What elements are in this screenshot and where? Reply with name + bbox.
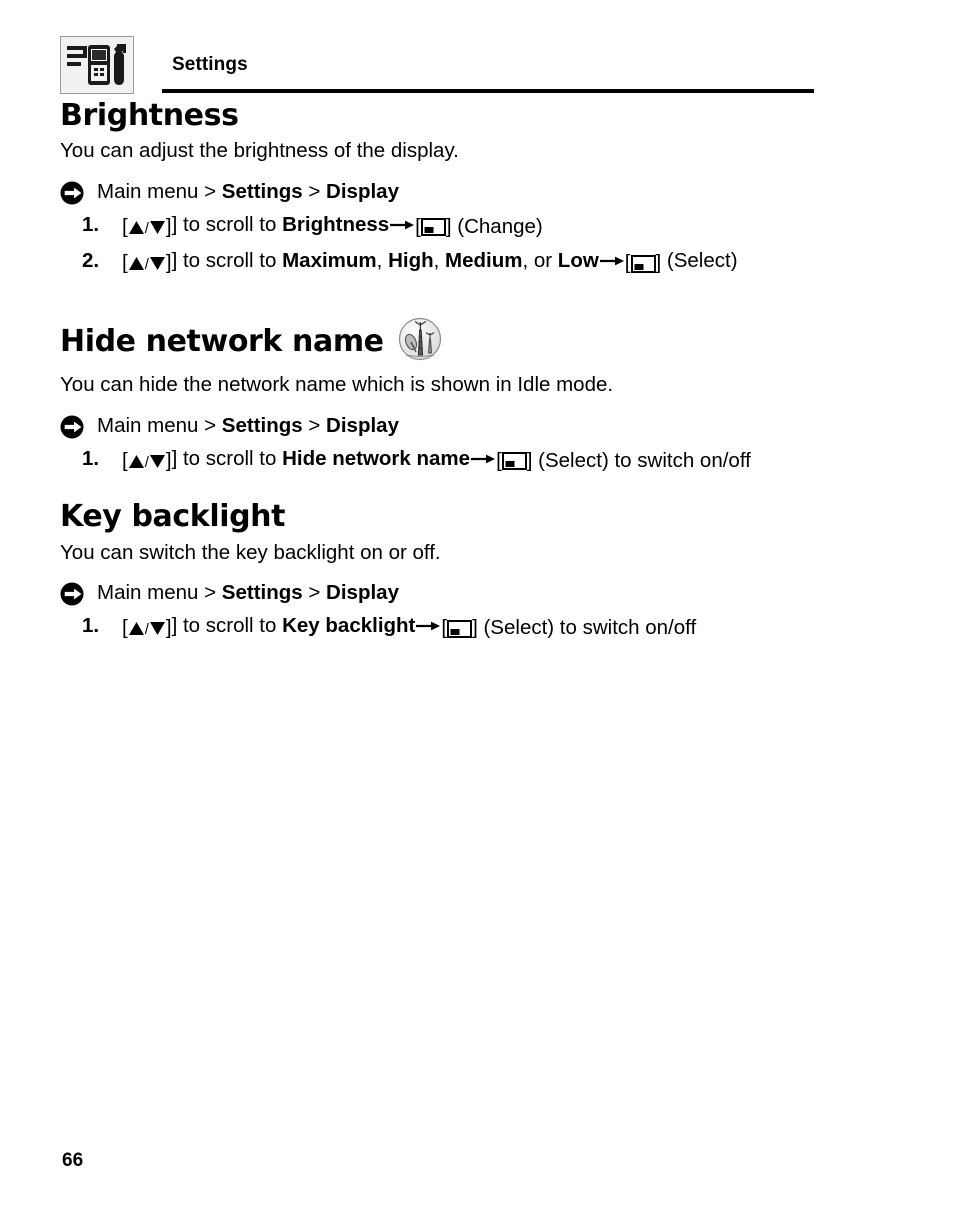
section-key-backlight: Key backlight You can switch the key bac… xyxy=(60,499,830,642)
section-description: You can adjust the brightness of the dis… xyxy=(60,139,459,163)
or-word: , or xyxy=(522,249,558,273)
path-sep-1: > xyxy=(198,580,222,604)
path-sep-2: > xyxy=(302,580,327,604)
step-target: Key backlight xyxy=(282,614,416,638)
step-pre-text: ] to scroll to xyxy=(171,614,283,638)
comma-1: , xyxy=(376,249,389,273)
right-arrow-icon xyxy=(389,218,415,232)
path-level-1: Settings xyxy=(221,179,303,203)
section-hide-network-name: Hide network name You can hide the netwo… xyxy=(60,317,830,475)
up-triangle-key-icon xyxy=(128,622,144,636)
step-target: Hide network name xyxy=(282,446,471,470)
step-pre-text: ] to scroll to xyxy=(171,249,283,273)
step-number: 1. xyxy=(82,446,100,470)
step-mid-text: ] (Select) to switch on/off xyxy=(526,448,751,472)
nav-keys-group: [/] xyxy=(122,249,172,277)
header-divider xyxy=(162,89,814,93)
section-title-row: Hide network name xyxy=(60,317,830,366)
nav-keys-group: [/] xyxy=(122,447,172,475)
nav-keys-group: [/] xyxy=(122,614,172,642)
step-list: 1. [/]] to scroll to Hide network name [] … xyxy=(60,445,830,475)
settings-phone-wrench-icon xyxy=(60,36,134,94)
down-triangle-key-icon xyxy=(149,220,165,234)
up-triangle-key-icon xyxy=(128,220,144,234)
path-level-2: Display xyxy=(326,413,399,437)
path-root: Main menu xyxy=(97,580,199,604)
option-maximum: Maximum xyxy=(282,249,377,273)
softkey-group: [] xyxy=(625,249,661,277)
menu-path: Main menu > Settings > Display xyxy=(60,413,830,439)
option-high: High xyxy=(388,249,434,273)
circle-right-arrow-icon xyxy=(60,582,86,606)
circle-right-arrow-icon xyxy=(60,415,86,439)
section-description: You can switch the key backlight on or o… xyxy=(60,540,441,564)
nav-keys-group: [/] xyxy=(122,213,172,241)
softkey-group: [] (Select) to switch on/off xyxy=(496,447,751,475)
step-mid-text: ] (Select) to switch on/off xyxy=(472,616,697,640)
list-item: 1. [/]] to scroll to Brightness [] (Change… xyxy=(60,211,830,241)
page-number: 66 xyxy=(62,1150,84,1171)
header-title: Settings xyxy=(172,54,248,75)
page-content: Brightness You can adjust the brightness… xyxy=(60,98,830,642)
left-softkey-icon xyxy=(501,452,527,471)
step-mid-text: ] (Change) xyxy=(445,214,543,238)
path-level-1: Settings xyxy=(221,580,303,604)
down-triangle-key-icon xyxy=(149,257,165,271)
step-number: 2. xyxy=(82,249,100,273)
page-header: Settings xyxy=(60,36,814,94)
comma-2: , xyxy=(433,249,446,273)
right-arrow-icon xyxy=(599,254,625,268)
path-sep-1: > xyxy=(198,413,222,437)
path-root: Main menu xyxy=(97,413,199,437)
softkey-group: [] (Select) to switch on/off xyxy=(441,614,696,642)
step-list: 1.[/]] to scroll to Brightness[] (Change… xyxy=(60,211,830,278)
option-low: Low xyxy=(557,249,599,273)
manual-page: Settings Brightness You can adjust the b… xyxy=(0,0,954,1219)
option-medium: Medium xyxy=(445,249,523,273)
menu-path-text: Main menu > Settings > Display xyxy=(97,179,830,205)
left-softkey-icon xyxy=(447,619,473,638)
right-arrow-icon xyxy=(470,452,496,466)
path-sep-1: > xyxy=(198,179,222,203)
path-sep-2: > xyxy=(302,179,327,203)
section-title: Key backlight xyxy=(60,499,286,535)
circle-right-arrow-icon xyxy=(60,181,86,205)
list-item: 1. [/]] to scroll to Key backlight [] (Sel… xyxy=(60,612,830,642)
right-arrow-icon xyxy=(415,619,441,633)
path-level-1: Settings xyxy=(221,413,303,437)
section-brightness: Brightness You can adjust the brightness… xyxy=(60,98,830,278)
section-title: Hide network name xyxy=(60,323,384,359)
path-level-2: Display xyxy=(326,580,399,604)
network-tower-icon xyxy=(398,317,442,366)
menu-path: Main menu > Settings > Display xyxy=(60,580,830,606)
path-sep-2: > xyxy=(302,413,327,437)
step-pre-text: ] to scroll to xyxy=(171,446,283,470)
softkey-group: [] (Change) xyxy=(415,213,543,241)
step-pre-text: ] to scroll to xyxy=(171,212,283,236)
step-number: 1. xyxy=(82,614,100,638)
section-description: You can hide the network name which is s… xyxy=(60,373,614,397)
step-list: 1. [/]] to scroll to Key backlight [] (Sel… xyxy=(60,612,830,642)
menu-path-text: Main menu > Settings > Display xyxy=(97,580,830,606)
left-softkey-icon xyxy=(420,218,446,237)
list-item: 1. [/]] to scroll to Hide network name [] … xyxy=(60,445,830,475)
path-level-2: Display xyxy=(326,179,399,203)
up-triangle-key-icon xyxy=(128,454,144,468)
menu-path-text: Main menu > Settings > Display xyxy=(97,413,830,439)
down-triangle-key-icon xyxy=(149,454,165,468)
step-number: 1. xyxy=(82,212,100,236)
down-triangle-key-icon xyxy=(149,622,165,636)
path-root: Main menu xyxy=(97,179,199,203)
section-title: Brightness xyxy=(60,98,239,133)
list-item: 2. [/]] to scroll to Maximum, High, Mediu… xyxy=(60,247,830,277)
up-triangle-key-icon xyxy=(128,257,144,271)
step-target: Brightness xyxy=(282,212,390,236)
left-softkey-icon xyxy=(630,254,656,273)
step-post-text: (Select) xyxy=(661,249,738,273)
menu-path: Main menu > Settings > Display xyxy=(60,179,830,205)
